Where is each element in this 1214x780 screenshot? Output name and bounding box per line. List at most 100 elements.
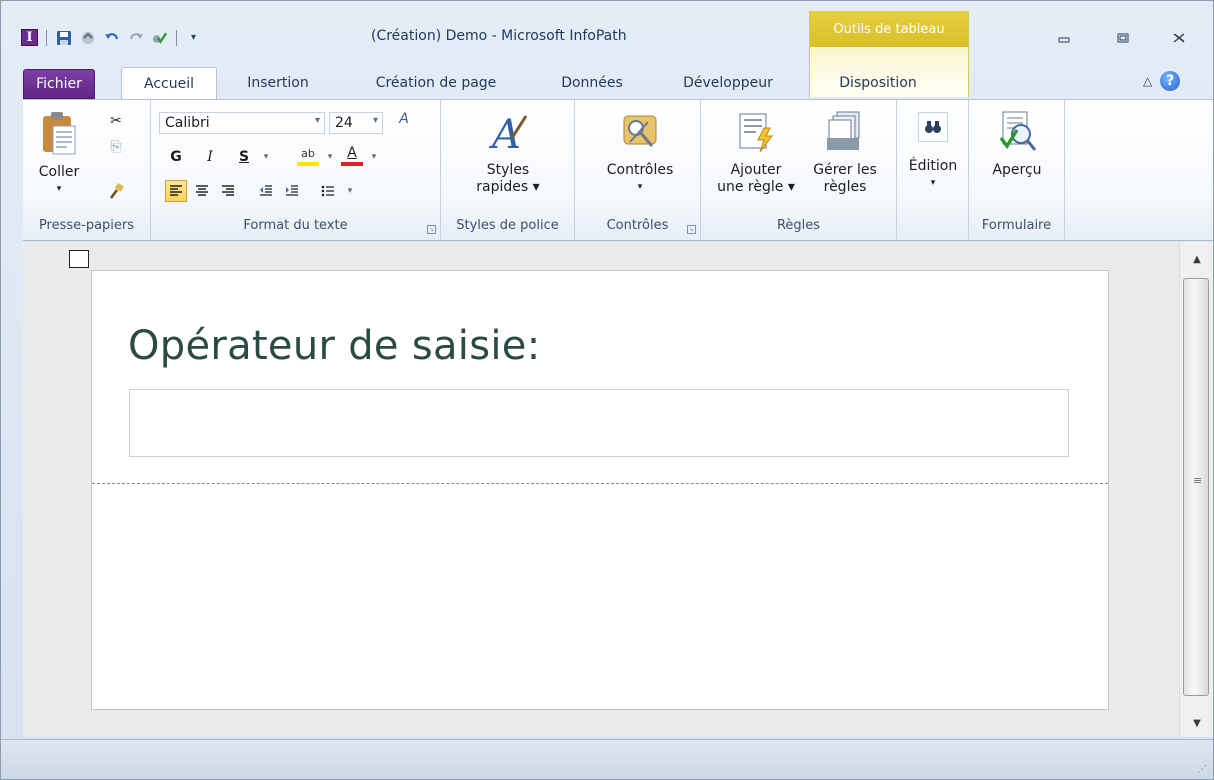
window-title: (Création) Demo - Microsoft InfoPath: [371, 28, 627, 44]
preview-button[interactable]: Aperçu: [979, 108, 1055, 179]
publish-icon[interactable]: [79, 29, 96, 46]
font-color-button[interactable]: A: [341, 144, 363, 166]
paste-button[interactable]: Coller ▾: [35, 110, 83, 198]
add-rule-label-2: une règle ▾: [717, 179, 795, 195]
tab-file[interactable]: Fichier: [23, 69, 95, 99]
paste-dropdown-icon[interactable]: ▾: [57, 181, 62, 198]
cut-icon[interactable]: ✂: [107, 112, 125, 130]
font-styles-group: A Styles rapides ▾ Styles de police: [441, 100, 575, 240]
align-left-icon[interactable]: [165, 180, 187, 202]
quick-access-toolbar: I ▾: [21, 29, 202, 46]
quick-styles-icon: A: [488, 112, 528, 156]
controls-label: Contrôles: [606, 162, 674, 178]
manage-rules-icon: [827, 111, 860, 150]
minimize-ribbon-icon[interactable]: △: [1143, 74, 1152, 88]
increase-indent-icon[interactable]: [281, 180, 303, 202]
tab-home[interactable]: Accueil: [121, 67, 217, 100]
tab-page-design[interactable]: Création de page: [357, 67, 515, 99]
editing-label: Édition: [908, 158, 958, 174]
italic-button[interactable]: I: [199, 146, 221, 168]
form-group: Aperçu Formulaire: [969, 100, 1065, 240]
preview-icon: [999, 111, 1037, 151]
chevron-down-icon[interactable]: ▾: [257, 148, 275, 166]
highlight-button[interactable]: ab: [297, 144, 319, 166]
field-label-operator: Opérateur de saisie:: [128, 323, 541, 369]
bullet-list-icon[interactable]: [317, 180, 339, 202]
tab-insert[interactable]: Insertion: [229, 67, 327, 99]
font-styles-group-label: Styles de police: [456, 218, 559, 233]
operator-text-field[interactable]: [129, 389, 1069, 457]
chevron-down-icon: ▾: [930, 178, 936, 188]
qat-separator: [46, 29, 47, 46]
chevron-down-icon[interactable]: ▾: [365, 148, 383, 166]
editing-button[interactable]: Édition ▾: [903, 108, 963, 192]
controls-group: Contrôles ▾ Contrôles ↘: [575, 100, 701, 240]
minimize-icon[interactable]: [1049, 27, 1079, 49]
bold-button[interactable]: G: [165, 146, 187, 168]
align-right-icon[interactable]: [217, 180, 239, 202]
restore-icon[interactable]: [1108, 27, 1138, 49]
form-group-label: Formulaire: [981, 218, 1052, 233]
ribbon-controls: △ ?: [1143, 71, 1181, 91]
paste-icon: [43, 112, 76, 155]
tab-layout[interactable]: Disposition: [823, 67, 933, 99]
save-icon[interactable]: [55, 29, 72, 46]
manage-rules-label-1: Gérer les: [813, 162, 877, 178]
controls-icon: [623, 115, 657, 147]
controls-group-label: Contrôles: [606, 218, 669, 233]
scroll-up-icon[interactable]: ▲: [1180, 244, 1214, 274]
vertical-scrollbar[interactable]: ▲ ≡ ▼: [1179, 242, 1213, 737]
dialog-launcher-icon[interactable]: ↘: [427, 225, 436, 234]
copy-icon[interactable]: ⎘: [107, 138, 125, 156]
font-size-select[interactable]: 24 ▾: [329, 112, 383, 134]
dialog-launcher-icon[interactable]: ↘: [687, 225, 696, 234]
scrollbar-thumb[interactable]: ≡: [1183, 278, 1209, 696]
font-size-value: 24: [335, 115, 353, 131]
paste-label: Coller: [38, 164, 80, 180]
manage-rules-button[interactable]: Gérer les règles: [805, 108, 885, 196]
form-page: Opérateur de saisie:: [91, 270, 1109, 710]
font-name-value: Calibri: [165, 115, 210, 131]
preview-label: Aperçu: [992, 162, 1042, 178]
add-rule-button[interactable]: Ajouter une règle ▾: [713, 108, 799, 196]
text-format-group: Calibri ▾ 24 ▾ A G I S ▾ ab ▾ A ▾ ▾ Form…: [151, 100, 441, 240]
clear-formatting-icon[interactable]: A: [395, 110, 413, 128]
close-icon[interactable]: [1164, 27, 1194, 49]
chevron-down-icon[interactable]: ▾: [341, 182, 359, 200]
check-icon[interactable]: [151, 29, 168, 46]
decrease-indent-icon[interactable]: [255, 180, 277, 202]
design-workspace: Opérateur de saisie:: [23, 242, 1179, 737]
quick-styles-label-2: rapides ▾: [476, 179, 540, 195]
chevron-down-icon[interactable]: ▾: [321, 148, 339, 166]
tab-data[interactable]: Données: [543, 67, 641, 99]
format-painter-icon[interactable]: [107, 182, 125, 200]
table-select-handle[interactable]: [69, 250, 89, 268]
align-center-icon[interactable]: [191, 180, 213, 202]
section-divider: [92, 483, 1108, 484]
contextual-group-label: Outils de tableau: [810, 11, 968, 47]
text-format-group-label: Format du texte: [243, 218, 348, 233]
chevron-down-icon: ▾: [637, 182, 643, 192]
chevron-down-icon: ▾: [314, 115, 320, 126]
infopath-window: I ▾ (Création) Demo - Microsoft InfoPath: [0, 0, 1214, 780]
scroll-down-icon[interactable]: ▼: [1180, 708, 1214, 738]
ribbon: Coller ▾ ✂ ⎘ Presse-papiers Calibri ▾ 24…: [23, 99, 1213, 241]
font-name-select[interactable]: Calibri ▾: [159, 112, 325, 134]
status-bar: ⋰: [1, 739, 1213, 779]
undo-icon[interactable]: [103, 29, 120, 46]
add-rule-icon: [739, 113, 773, 153]
controls-button[interactable]: Contrôles ▾: [595, 108, 685, 196]
scroll-grip-icon: ≡: [1193, 474, 1203, 487]
resize-grip-icon[interactable]: ⋰: [1197, 764, 1207, 775]
redo-icon[interactable]: [127, 29, 144, 46]
underline-button[interactable]: S: [233, 146, 255, 168]
manage-rules-label-2: règles: [823, 179, 867, 195]
infopath-logo-icon[interactable]: I: [21, 29, 38, 46]
help-icon[interactable]: ?: [1160, 71, 1181, 91]
editing-group: Édition ▾: [897, 100, 969, 240]
quick-styles-button[interactable]: A Styles rapides ▾: [473, 108, 543, 196]
tab-developer[interactable]: Développeur: [663, 67, 793, 99]
qat-separator: [176, 29, 177, 46]
customize-qat-icon[interactable]: ▾: [185, 29, 202, 46]
quick-styles-label-1: Styles: [486, 162, 530, 178]
